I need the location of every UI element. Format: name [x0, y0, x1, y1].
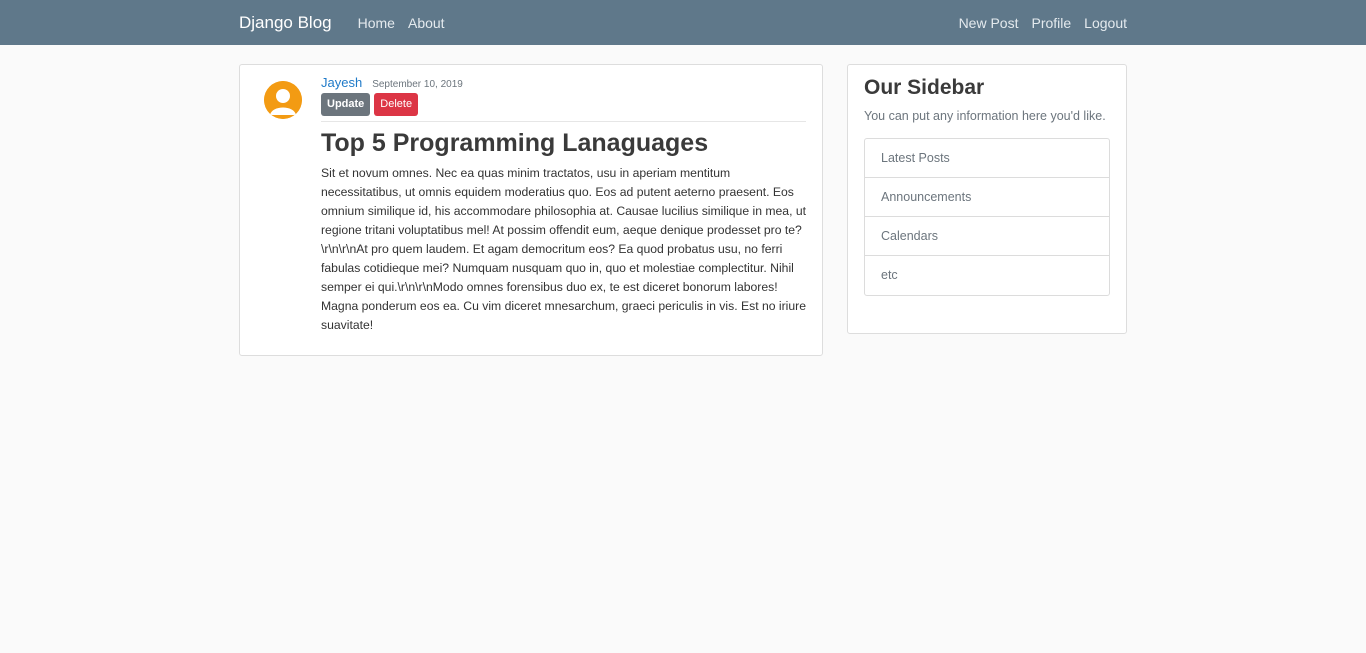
- navbar-inner: Django Blog Home About New Post Profile …: [239, 0, 1127, 45]
- sidebar-title: Our Sidebar: [864, 76, 985, 99]
- nav-logout-link[interactable]: Logout: [1084, 15, 1127, 31]
- brand-link[interactable]: Django Blog: [239, 13, 332, 33]
- sidebar-description: You can put any information here you'd l…: [864, 109, 1106, 123]
- sidebar: Our Sidebar You can put any information …: [847, 64, 1127, 334]
- post-body: Jayesh September 10, 2019 Update Delete …: [321, 75, 806, 335]
- author-link[interactable]: Jayesh: [321, 75, 362, 90]
- nav-about-link[interactable]: About: [408, 15, 445, 31]
- post-title: Top 5 Programming Lanaguages: [321, 129, 709, 157]
- avatar: [264, 81, 302, 119]
- post-date: September 10, 2019: [372, 79, 463, 90]
- navbar-right: New Post Profile Logout: [946, 15, 1127, 31]
- post-card: Jayesh September 10, 2019 Update Delete …: [239, 64, 823, 356]
- user-avatar-icon: [264, 81, 302, 119]
- delete-button[interactable]: Delete: [374, 93, 419, 116]
- update-button[interactable]: Update: [321, 93, 371, 116]
- post-meta: Jayesh September 10, 2019: [321, 75, 806, 90]
- sidebar-item-announcements[interactable]: Announcements: [865, 178, 1109, 217]
- post-actions: Update Delete: [321, 93, 806, 116]
- sidebar-item-etc[interactable]: etc: [865, 256, 1109, 295]
- navbar: Django Blog Home About New Post Profile …: [0, 0, 1366, 45]
- post-divider: [321, 121, 806, 122]
- sidebar-item-latest-posts[interactable]: Latest Posts: [865, 139, 1109, 178]
- sidebar-item-calendars[interactable]: Calendars: [865, 217, 1109, 256]
- sidebar-list: Latest Posts Announcements Calendars etc: [864, 138, 1110, 296]
- nav-profile-link[interactable]: Profile: [1031, 15, 1071, 31]
- post-content: Sit et novum omnes. Nec ea quas minim tr…: [321, 166, 807, 332]
- nav-new-post-link[interactable]: New Post: [959, 15, 1019, 31]
- nav-home-link[interactable]: Home: [358, 15, 395, 31]
